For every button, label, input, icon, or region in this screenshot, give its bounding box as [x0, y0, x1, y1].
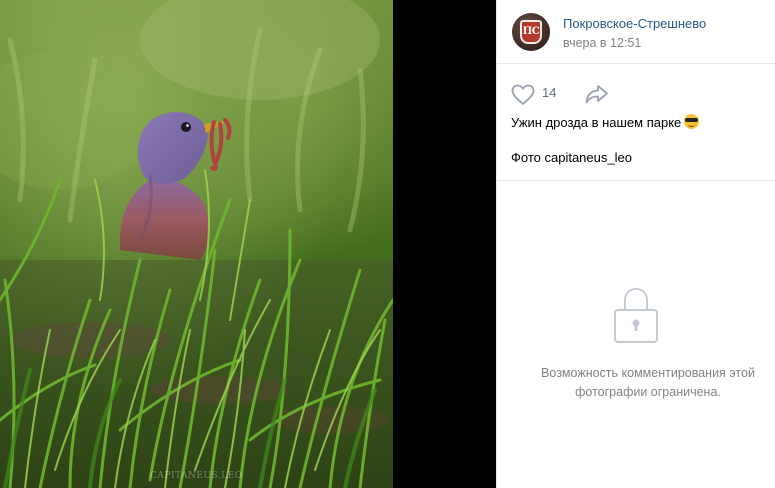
heart-icon[interactable]: [511, 84, 535, 106]
post-header: ПС Покровское-Стрешнево вчера в 12:51: [497, 0, 775, 64]
like-count: 14: [542, 85, 557, 100]
post-credit: Фото capitaneus_leo: [511, 149, 632, 165]
group-name-link[interactable]: Покровское-Стрешнево: [563, 16, 706, 31]
post-text: Ужин дрозда в нашем парке Фото capitaneu…: [511, 114, 700, 167]
share-icon[interactable]: [584, 83, 610, 105]
group-avatar[interactable]: ПС: [512, 13, 550, 51]
post-actions: 14: [497, 64, 775, 120]
photo-thrush-with-worm[interactable]: [0, 0, 393, 488]
photo-viewer: CAPITANEUS.LEO ПС Покровское-Стрешнево в…: [0, 0, 775, 488]
comments-locked: Возможность комментирования этой фотогра…: [497, 286, 775, 403]
photo-watermark: CAPITANEUS.LEO: [150, 471, 243, 481]
post-text-line: Ужин дрозда в нашем парке: [511, 114, 700, 132]
sunglasses-emoji-icon: [684, 114, 700, 129]
avatar-text: ПС: [522, 26, 540, 37]
lock-icon: [614, 287, 658, 343]
post-time[interactable]: вчера в 12:51: [563, 36, 641, 50]
post-caption: Ужин дрозда в нашем парке: [511, 115, 682, 130]
photo-area[interactable]: CAPITANEUS.LEO: [0, 0, 496, 488]
comments-divider: [497, 180, 775, 181]
post-sidebar: ПС Покровское-Стрешнево вчера в 12:51 14…: [496, 0, 775, 488]
avatar-shield-icon: ПС: [520, 20, 542, 44]
comments-locked-text: Возможность комментирования этой фотогра…: [541, 366, 755, 400]
